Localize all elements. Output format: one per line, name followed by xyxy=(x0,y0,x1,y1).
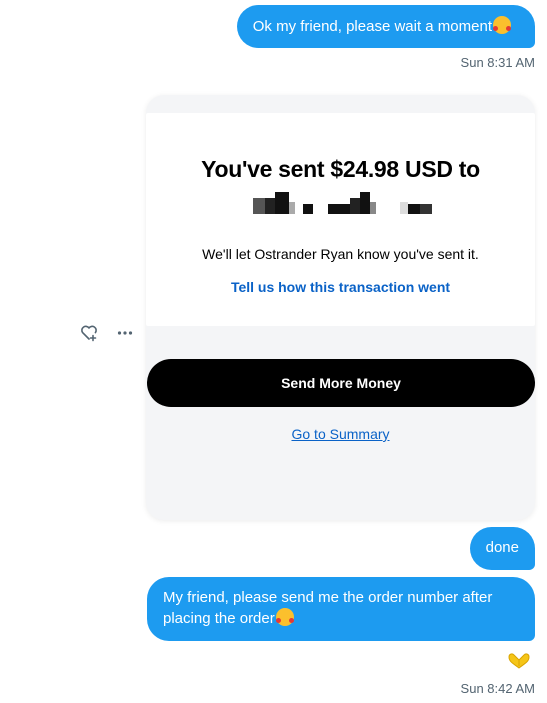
message-text: My friend, please send me the order numb… xyxy=(163,589,493,627)
heart-hands-icon[interactable] xyxy=(506,651,532,671)
send-more-money-button[interactable]: Send More Money xyxy=(147,359,535,407)
go-to-summary-link[interactable]: Go to Summary xyxy=(146,426,535,442)
message-bubble[interactable]: My friend, please send me the order numb… xyxy=(147,577,535,641)
message-timestamp: Sun 8:42 AM xyxy=(460,681,535,696)
notification-note: We'll let Ostrander Ryan know you've sen… xyxy=(202,246,479,262)
smiling-face-with-hearts-icon xyxy=(275,608,294,626)
smiling-face-with-hearts-icon xyxy=(493,16,511,34)
message-timestamp: Sun 8:31 AM xyxy=(460,55,535,70)
message-text: Ok my friend, please wait a moment xyxy=(252,18,492,35)
more-icon[interactable] xyxy=(113,321,137,345)
feedback-link[interactable]: Tell us how this transaction went xyxy=(146,279,535,295)
sent-amount-title: You've sent $24.98 USD to xyxy=(201,156,480,182)
redacted-recipient-name xyxy=(253,192,433,218)
message-bubble[interactable]: done xyxy=(469,527,535,570)
message-text: done xyxy=(485,539,519,556)
payment-card: You've sent $24.98 USD to We'll let Ostr… xyxy=(146,95,535,520)
message-bubble[interactable]: Ok my friend, please wait a moment xyxy=(236,5,535,48)
heart-plus-icon[interactable] xyxy=(77,321,101,345)
